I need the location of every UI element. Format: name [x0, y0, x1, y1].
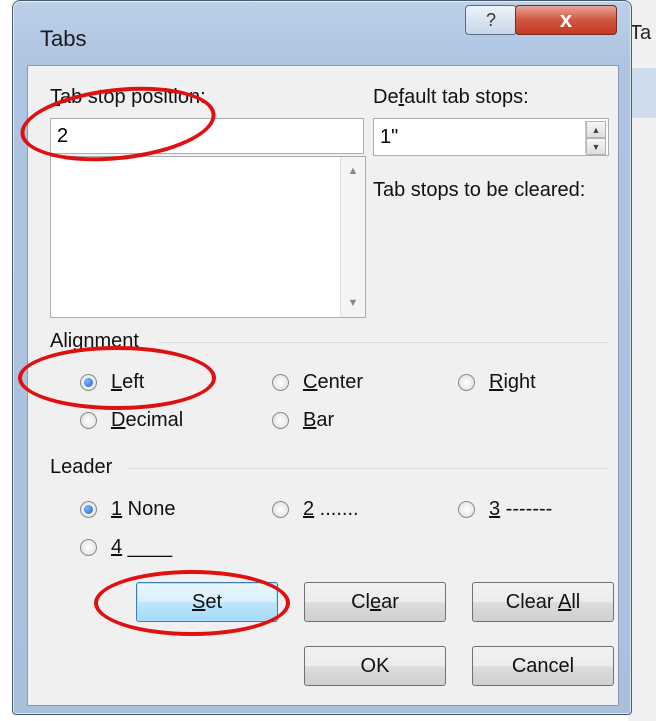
spinner-buttons[interactable]: ▲ ▼ — [585, 121, 606, 155]
leader-dashes-label: 3 ------- — [489, 498, 553, 520]
set-button-label: Set — [191, 590, 223, 613]
leader-underline-radio[interactable]: 4 ____ — [80, 536, 172, 559]
scroll-up-icon[interactable]: ▲ — [341, 165, 365, 177]
radio-icon — [458, 374, 475, 391]
alignment-right-radio[interactable]: Right — [458, 371, 536, 394]
leader-dots-label: 2 ....... — [303, 498, 359, 520]
spin-up-icon[interactable]: ▲ — [586, 121, 606, 138]
alignment-left-radio[interactable]: Left — [80, 371, 144, 394]
radio-selected-icon — [80, 374, 97, 391]
background-ribbon-highlight — [628, 68, 656, 118]
spin-down-icon[interactable]: ▼ — [586, 138, 606, 155]
dialog-title: Tabs — [40, 26, 87, 51]
alignment-bar-radio[interactable]: Bar — [272, 409, 334, 432]
leader-dashes-radio[interactable]: 3 ------- — [458, 498, 552, 521]
tabs-dialog: Tabs ? x Tab stop position: 2 ▲ ▼ Defaul… — [12, 0, 632, 715]
tab-stop-position-value: 2 — [57, 124, 69, 147]
leader-heading: Leader — [50, 456, 113, 478]
radio-icon — [272, 374, 289, 391]
alignment-decimal-radio[interactable]: Decimal — [80, 409, 183, 432]
tab-stop-position-label-text: ab stop position: — [60, 86, 206, 108]
clear-all-button-label: Clear All — [505, 590, 581, 613]
radio-icon — [80, 539, 97, 556]
default-tab-stops-label: Default tab stops: — [373, 86, 529, 108]
radio-selected-icon — [80, 501, 97, 518]
alignment-center-radio[interactable]: Center — [272, 371, 363, 394]
alignment-right-label: Right — [489, 371, 536, 393]
alignment-left-label: Left — [111, 371, 145, 393]
cancel-button-label: Cancel — [511, 654, 575, 677]
dialog-body: Tab stop position: 2 ▲ ▼ Default tab sto… — [27, 65, 619, 706]
default-tab-stops-value: 1" — [380, 125, 399, 148]
tab-stop-list[interactable]: ▲ ▼ — [50, 156, 366, 318]
tab-stop-list-scrollbar[interactable]: ▲ ▼ — [340, 157, 365, 317]
leader-separator — [128, 468, 608, 469]
leader-none-radio[interactable]: 1 None — [80, 498, 176, 521]
clear-all-button[interactable]: Clear All — [472, 582, 614, 622]
default-tab-stops-spinner[interactable]: 1" ▲ ▼ — [373, 118, 609, 156]
cancel-button[interactable]: Cancel — [472, 646, 614, 686]
tab-stop-position-label: Tab stop position: — [50, 86, 206, 108]
tab-stops-cleared-label: Tab stops to be cleared: — [373, 179, 586, 201]
close-icon: x — [559, 7, 573, 32]
help-button[interactable]: ? — [465, 5, 517, 35]
tab-stop-position-input[interactable]: 2 — [50, 118, 364, 154]
clear-button-label: Clear — [351, 590, 399, 613]
alignment-center-label: Center — [303, 371, 364, 393]
alignment-decimal-label: Decimal — [111, 409, 184, 431]
set-button[interactable]: Set — [136, 582, 278, 622]
alignment-separator — [158, 342, 608, 343]
clear-button[interactable]: Clear — [304, 582, 446, 622]
background-app-text: Ta — [630, 22, 652, 44]
radio-icon — [272, 501, 289, 518]
radio-icon — [272, 412, 289, 429]
leader-dots-radio[interactable]: 2 ....... — [272, 498, 359, 521]
ok-button[interactable]: OK — [304, 646, 446, 686]
help-icon: ? — [485, 9, 496, 30]
close-button[interactable]: x — [515, 5, 617, 35]
scroll-down-icon[interactable]: ▼ — [341, 297, 365, 309]
alignment-bar-label: Bar — [303, 409, 335, 431]
leader-underline-label: 4 ____ — [111, 536, 173, 558]
radio-icon — [80, 412, 97, 429]
ok-button-label: OK — [360, 654, 390, 677]
alignment-heading: Alignment — [50, 330, 139, 352]
radio-icon — [458, 501, 475, 518]
leader-none-label: 1 None — [111, 498, 176, 520]
